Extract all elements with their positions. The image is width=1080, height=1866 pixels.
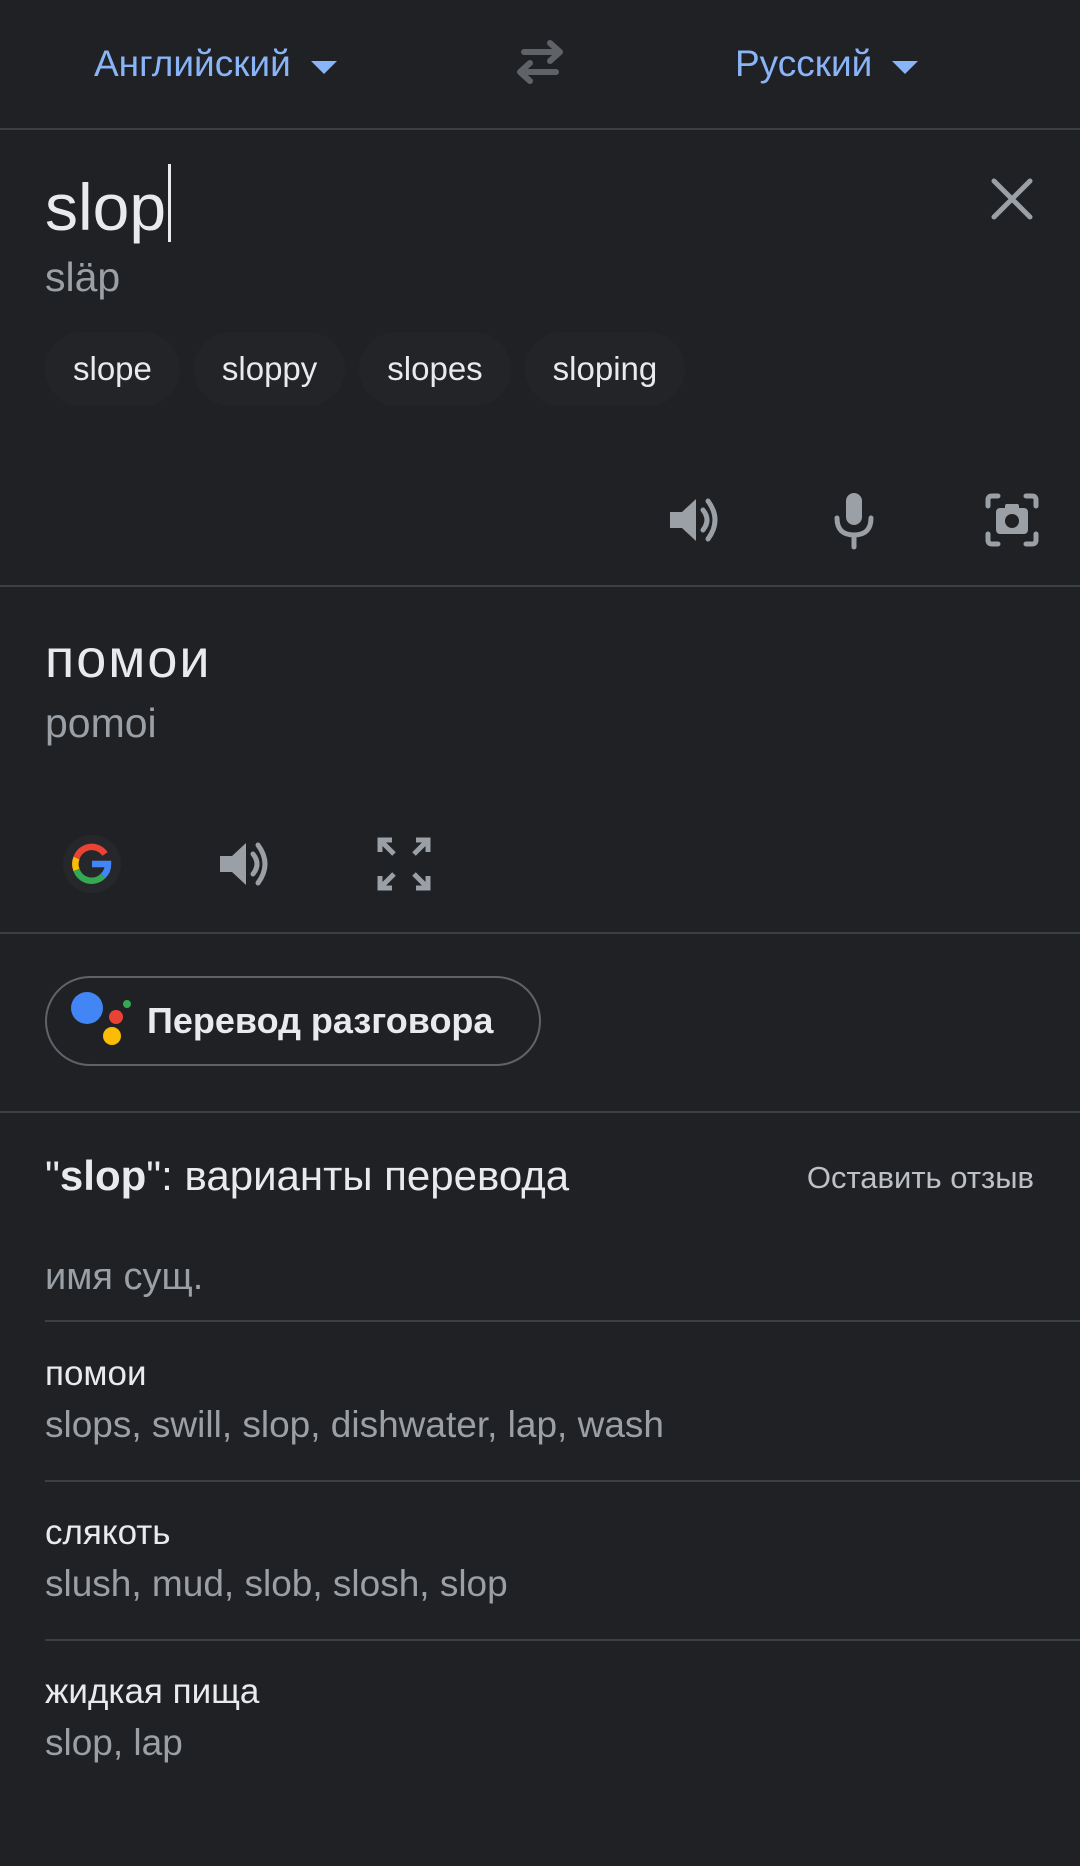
list-divider — [45, 1480, 1080, 1482]
variant-synonyms: slops, swill, slop, dishwater, lap, wash — [45, 1404, 664, 1445]
suggestion-chip[interactable]: sloppy — [193, 332, 346, 406]
list-divider — [45, 1639, 1080, 1641]
variants-heading: "slop": варианты перевода — [45, 1152, 569, 1200]
variants-query-word: slop — [59, 1152, 147, 1199]
source-language-selector[interactable]: Английский — [94, 36, 337, 92]
variant-synonyms: slop, lap — [45, 1722, 183, 1763]
google-g-icon[interactable] — [62, 834, 122, 894]
source-text-value: slop — [45, 170, 167, 244]
conversation-mode-label: Перевод разговора — [147, 1000, 494, 1041]
suggestion-chip[interactable]: slope — [45, 332, 180, 406]
section-divider — [0, 932, 1080, 934]
section-divider — [0, 585, 1080, 587]
target-language-label: Русский — [735, 43, 873, 84]
section-divider — [0, 1111, 1080, 1113]
list-divider — [45, 1320, 1080, 1322]
google-assistant-icon — [71, 992, 131, 1045]
swap-languages-icon[interactable] — [510, 38, 570, 86]
speaker-icon[interactable] — [216, 834, 276, 894]
variant-synonyms: slush, mud, slob, slosh, slop — [45, 1563, 508, 1604]
variants-heading-rest: ": варианты перевода — [146, 1152, 570, 1199]
suggestion-chip[interactable]: sloping — [524, 332, 686, 406]
list-item[interactable]: помои slops, swill, slop, dishwater, lap… — [45, 1354, 1045, 1446]
variant-word: слякоть — [45, 1513, 171, 1552]
chevron-down-icon — [310, 60, 337, 74]
source-language-label: Английский — [94, 43, 291, 84]
quote-open: " — [45, 1152, 60, 1199]
list-item[interactable]: жидкая пища slop, lap — [45, 1672, 1045, 1764]
source-text-input[interactable]: slop — [45, 164, 172, 247]
list-item[interactable]: слякоть slush, mud, slob, slosh, slop — [45, 1513, 1045, 1605]
conversation-mode-button[interactable]: Перевод разговора — [45, 976, 541, 1066]
source-transliteration: släp — [45, 254, 121, 300]
variant-word: жидкая пища — [45, 1672, 260, 1711]
variant-word: помои — [45, 1354, 147, 1393]
target-language-selector[interactable]: Русский — [735, 36, 919, 92]
close-icon[interactable] — [988, 175, 1036, 223]
speaker-icon[interactable] — [666, 490, 726, 550]
suggestion-chip[interactable]: slopes — [359, 332, 511, 406]
camera-icon[interactable] — [982, 490, 1042, 550]
feedback-link[interactable]: Оставить отзыв — [807, 1160, 1034, 1196]
language-bar: Английский Русский — [0, 0, 1080, 130]
translation-transliteration: pomoi — [45, 700, 157, 746]
chevron-down-icon — [892, 60, 919, 74]
microphone-icon[interactable] — [824, 490, 884, 550]
part-of-speech-label: имя сущ. — [45, 1256, 204, 1298]
suggestion-chips: slope sloppy slopes sloping — [45, 332, 686, 406]
text-cursor — [168, 164, 172, 242]
fullscreen-icon[interactable] — [374, 834, 434, 894]
translation-text: помои — [45, 629, 212, 689]
